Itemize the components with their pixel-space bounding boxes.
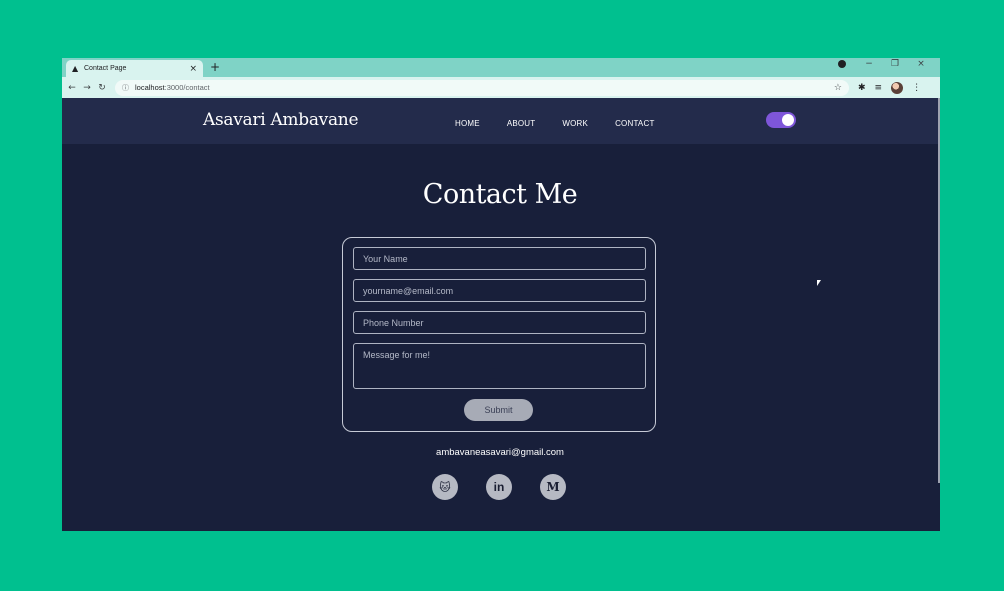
bookmark-star-icon[interactable]: ☆ bbox=[834, 83, 842, 93]
url-path: :3000/contact bbox=[164, 83, 210, 92]
name-input[interactable] bbox=[353, 247, 646, 270]
linkedin-icon[interactable]: in bbox=[486, 474, 512, 500]
phone-input[interactable] bbox=[353, 311, 646, 334]
social-links: 🐱 in M bbox=[432, 474, 566, 500]
extensions-puzzle-icon[interactable]: ✱ bbox=[858, 83, 866, 93]
info-icon[interactable]: ⓘ bbox=[122, 83, 132, 93]
nav-home[interactable]: HOME bbox=[455, 119, 480, 128]
site-navbar: Asavari Ambavane HOME ABOUT WORK CONTACT bbox=[62, 98, 938, 144]
site-brand[interactable]: Asavari Ambavane bbox=[203, 110, 359, 130]
page-content: Asavari Ambavane HOME ABOUT WORK CONTACT… bbox=[62, 98, 938, 531]
contact-email: ambavaneasavari@gmail.com bbox=[436, 447, 564, 458]
close-tab-icon[interactable]: × bbox=[189, 64, 197, 74]
submit-button[interactable]: Submit bbox=[464, 399, 533, 421]
scrollbar[interactable] bbox=[938, 98, 940, 483]
github-icon[interactable]: 🐱 bbox=[432, 474, 458, 500]
page-title: Contact Me bbox=[422, 179, 578, 210]
profile-avatar[interactable] bbox=[891, 81, 904, 94]
address-bar[interactable]: ⓘ localhost:3000/contact ☆ bbox=[115, 79, 849, 96]
mouse-cursor bbox=[817, 280, 821, 286]
toggle-knob bbox=[782, 114, 794, 126]
email-input[interactable] bbox=[353, 279, 646, 302]
medium-icon[interactable]: M bbox=[540, 474, 566, 500]
restore-button[interactable]: ❐ bbox=[882, 59, 908, 69]
browser-window: ▲ Contact Page × + − ❐ × ← → ↻ ⓘ localho… bbox=[62, 58, 940, 531]
nav-contact[interactable]: CONTACT bbox=[615, 119, 654, 128]
window-controls: − ❐ × bbox=[838, 59, 934, 69]
triangle-icon: ▲ bbox=[72, 64, 79, 73]
url-host: localhost bbox=[135, 83, 165, 92]
theme-toggle[interactable] bbox=[766, 112, 796, 128]
tab-title: Contact Page bbox=[84, 65, 127, 72]
contact-form: Submit bbox=[342, 237, 656, 432]
nav-about[interactable]: ABOUT bbox=[507, 119, 536, 128]
reload-icon[interactable]: ↻ bbox=[96, 83, 108, 93]
forward-arrow-icon[interactable]: → bbox=[81, 83, 93, 93]
reading-list-icon[interactable]: ≡ bbox=[875, 83, 883, 93]
nav-links: HOME ABOUT WORK CONTACT bbox=[455, 119, 682, 128]
new-tab-button[interactable]: + bbox=[210, 60, 220, 74]
back-arrow-icon[interactable]: ← bbox=[66, 83, 78, 93]
message-textarea[interactable] bbox=[353, 343, 646, 389]
close-window-button[interactable]: × bbox=[908, 59, 934, 69]
menu-kebab-icon[interactable]: ⋮ bbox=[912, 83, 921, 93]
browser-toolbar: ← → ↻ ⓘ localhost:3000/contact ☆ ✱ ≡ ⋮ bbox=[62, 77, 940, 98]
nav-work[interactable]: WORK bbox=[562, 119, 588, 128]
tab-contact-page[interactable]: ▲ Contact Page × bbox=[66, 60, 203, 77]
profile-icon[interactable] bbox=[838, 60, 846, 68]
tab-strip: ▲ Contact Page × + − ❐ × bbox=[62, 58, 940, 77]
minimize-button[interactable]: − bbox=[856, 59, 882, 69]
